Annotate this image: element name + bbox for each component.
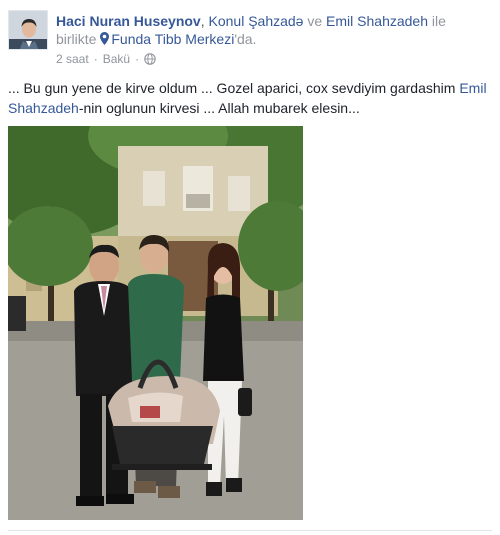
facebook-post: Haci Nuran Huseynov, Konul Şahzadə ve Em… [0, 0, 500, 535]
post-divider [8, 530, 492, 531]
post-text-part1: ... Bu gun yene de kirve oldum ... Gozel… [8, 80, 460, 96]
post-timestamp[interactable]: 2 saat [56, 52, 89, 66]
post-meta: 2 saat · Bakü · [56, 52, 156, 66]
tag-separator: , [200, 13, 209, 29]
globe-icon[interactable] [144, 53, 156, 65]
location-link[interactable]: Funda Tibb Merkezi [111, 31, 234, 47]
post-photo[interactable] [8, 126, 303, 520]
post-text-part2: -nin oglunun kirvesi ... Allah mubarek e… [78, 100, 360, 116]
location-suffix: 'da. [234, 31, 257, 47]
tag-and: ve [303, 13, 327, 29]
avatar[interactable] [8, 10, 48, 50]
meta-separator: · [93, 52, 98, 66]
tagged-person-emil[interactable]: Emil Shahzadeh [326, 13, 428, 29]
post-header: Haci Nuran Huseynov, Konul Şahzadə ve Em… [56, 12, 486, 49]
post-place[interactable]: Bakü [103, 52, 130, 66]
tagged-person-konul[interactable]: Konul Şahzadə [209, 13, 304, 29]
author-name[interactable]: Haci Nuran Huseynov [56, 13, 201, 29]
post-text: ... Bu gun yene de kirve oldum ... Gozel… [8, 78, 488, 118]
meta-separator: · [135, 52, 140, 66]
location-pin-icon [100, 31, 110, 49]
